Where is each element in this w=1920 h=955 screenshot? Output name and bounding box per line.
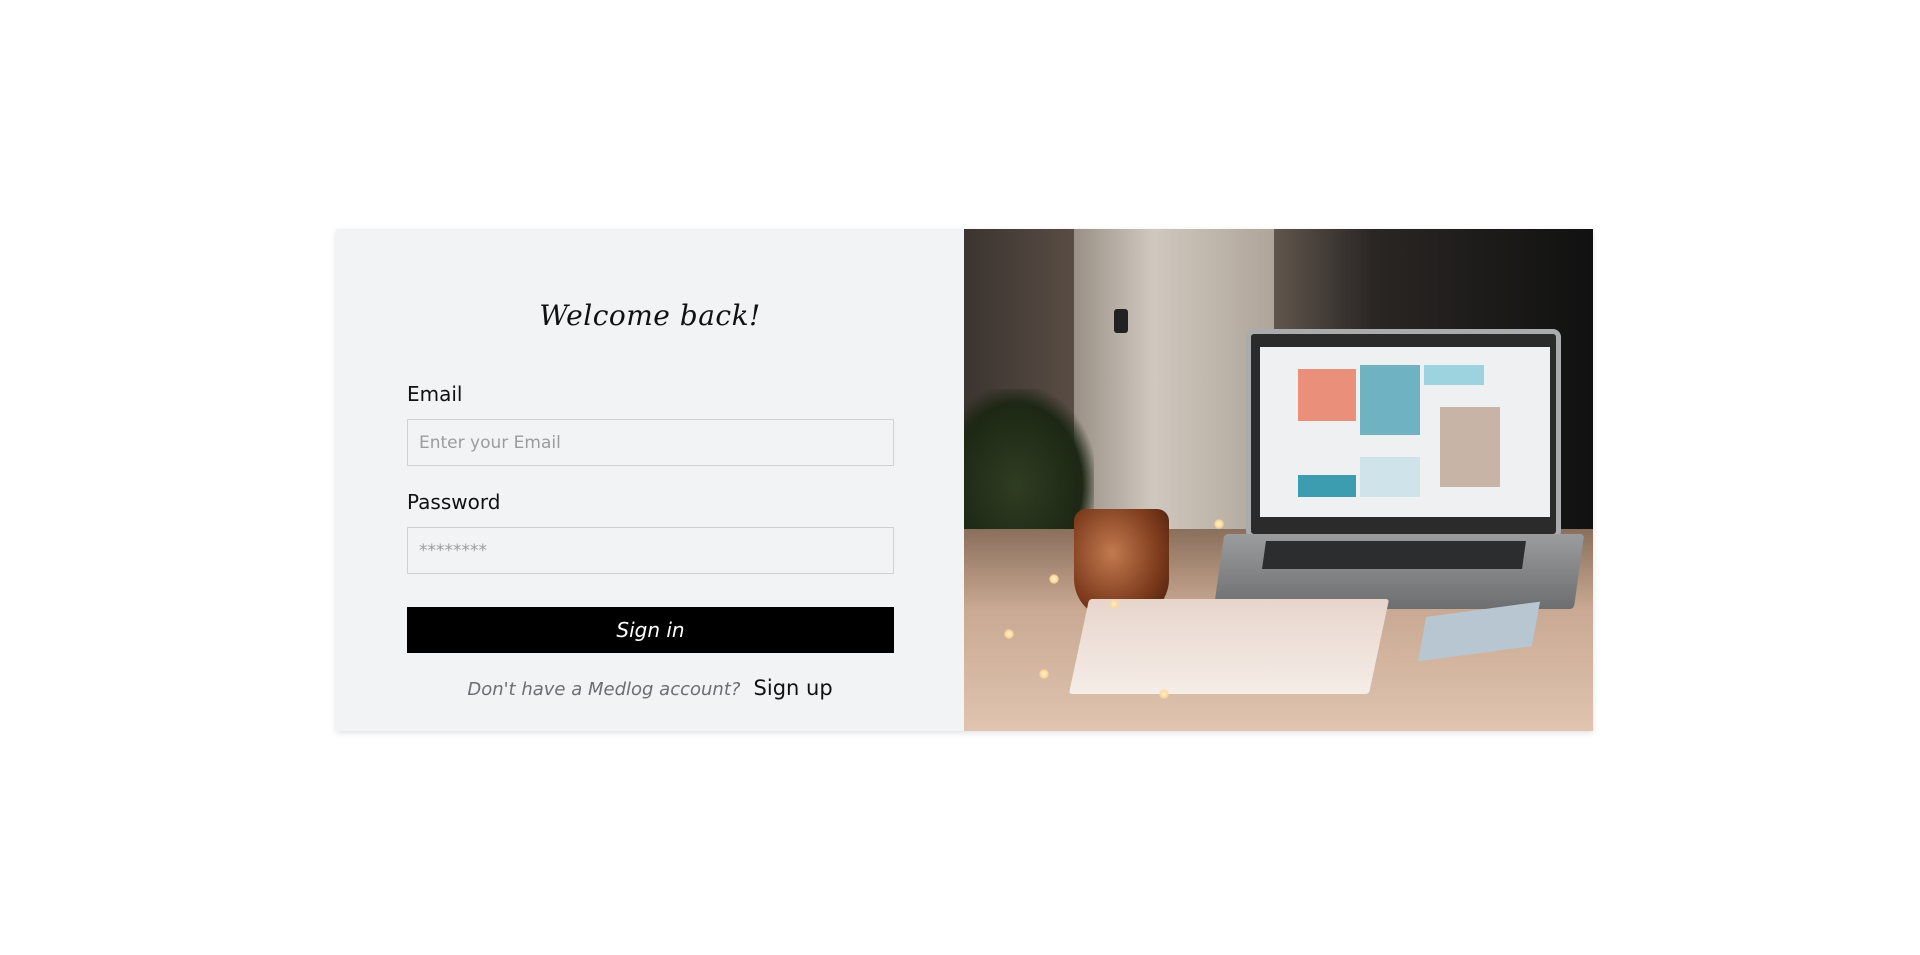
photo-fairy-light bbox=[1214, 519, 1224, 529]
photo-fairy-light bbox=[1159, 689, 1169, 699]
photo-fairy-light bbox=[1109, 599, 1119, 609]
sign-up-link[interactable]: Sign up bbox=[754, 676, 833, 700]
login-form-panel: Welcome back! Email Password Sign in Don… bbox=[336, 229, 964, 731]
photo-laptop-display bbox=[1260, 347, 1550, 517]
password-label: Password bbox=[407, 490, 501, 514]
sign-in-button[interactable]: Sign in bbox=[407, 607, 894, 653]
password-input[interactable] bbox=[407, 527, 894, 574]
welcome-title: Welcome back! bbox=[539, 299, 761, 332]
photo-tile bbox=[1298, 475, 1356, 497]
photo-tile bbox=[1360, 365, 1420, 435]
photo-notebook bbox=[1068, 599, 1390, 694]
photo-tile bbox=[1360, 457, 1420, 497]
photo-door-knob bbox=[1114, 309, 1128, 333]
photo-fairy-light bbox=[1039, 669, 1049, 679]
photo-tile bbox=[1440, 407, 1500, 487]
signup-question: Don't have a Medlog account? bbox=[467, 679, 741, 700]
photo-fairy-light bbox=[1049, 574, 1059, 584]
signup-row: Don't have a Medlog account? Sign up bbox=[336, 676, 964, 700]
photo-door bbox=[1074, 229, 1274, 529]
email-label: Email bbox=[407, 382, 463, 406]
photo-fairy-light bbox=[1004, 629, 1014, 639]
photo-tile bbox=[1424, 365, 1484, 385]
login-card: Welcome back! Email Password Sign in Don… bbox=[336, 229, 1593, 731]
email-input[interactable] bbox=[407, 419, 894, 466]
hero-photo bbox=[964, 229, 1593, 731]
photo-tile bbox=[1298, 369, 1356, 421]
photo-keyboard bbox=[1262, 541, 1526, 569]
